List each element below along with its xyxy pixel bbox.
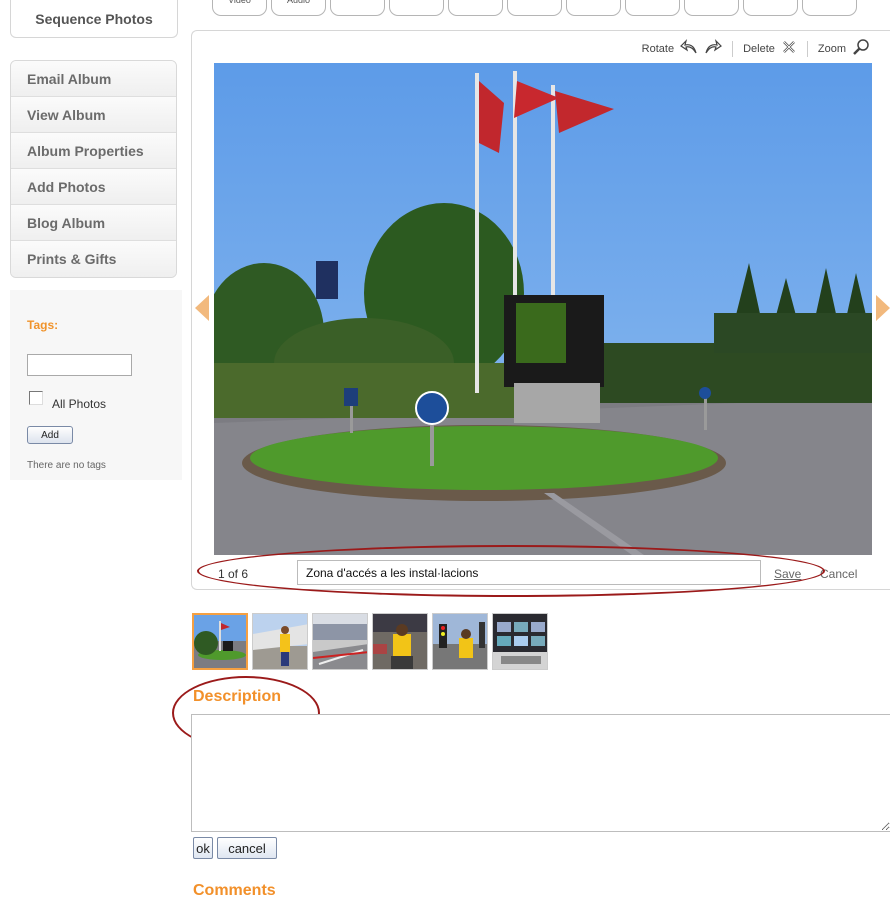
thumbnail-person[interactable]	[252, 613, 308, 670]
menu-item-album-properties[interactable]: Album Properties	[11, 133, 176, 169]
all-photos-checkbox[interactable]	[29, 391, 43, 405]
thumbnail-strip	[192, 613, 548, 670]
tab-button[interactable]	[802, 0, 857, 16]
save-caption-link[interactable]: Save	[774, 567, 801, 581]
tab-button[interactable]	[330, 0, 385, 16]
rotate-label: Rotate	[641, 42, 675, 55]
delete-icon[interactable]	[781, 39, 797, 58]
zoom-icon[interactable]	[852, 38, 870, 59]
photo-toolbar: Rotate Delete Zoom	[642, 38, 870, 59]
comments-heading: Comments	[193, 882, 276, 899]
description-textarea[interactable]	[191, 714, 890, 832]
all-photos-label: All Photos	[52, 397, 107, 411]
menu-item-add-photos[interactable]: Add Photos	[11, 169, 176, 205]
tab-button[interactable]	[743, 0, 798, 16]
top-tab-row: Video Audio	[212, 0, 857, 16]
thumbnail-screens[interactable]	[492, 613, 548, 670]
menu-item-prints-gifts[interactable]: Prints & Gifts	[11, 241, 176, 277]
photo-counter: 1 of 6	[218, 567, 249, 581]
main-photo	[214, 63, 872, 555]
caption-input[interactable]	[297, 560, 761, 585]
toolbar-divider	[806, 40, 808, 57]
rotate-right-icon[interactable]	[704, 39, 723, 58]
tab-button[interactable]	[507, 0, 562, 16]
thumbnail-grandstand[interactable]	[312, 613, 368, 670]
previous-photo-arrow-icon[interactable]	[195, 295, 209, 321]
cancel-caption-link[interactable]: Cancel	[820, 567, 857, 581]
zoom-label[interactable]: Zoom	[818, 43, 846, 55]
tab-button[interactable]	[625, 0, 680, 16]
tab-button[interactable]	[389, 0, 444, 16]
menu-item-blog-album[interactable]: Blog Album	[11, 205, 176, 241]
tab-button[interactable]	[566, 0, 621, 16]
thumbnail-roundabout[interactable]	[192, 613, 248, 670]
description-heading: Description	[193, 688, 282, 705]
menu-item-email-album[interactable]: Email Album	[11, 61, 176, 97]
rotate-left-icon[interactable]	[680, 39, 698, 58]
next-photo-arrow-icon[interactable]	[876, 295, 890, 321]
tab-video[interactable]: Video	[212, 0, 267, 16]
add-tag-button[interactable]: Add	[27, 426, 73, 444]
ok-button[interactable]: ok	[193, 837, 213, 859]
tab-audio[interactable]: Audio	[271, 0, 326, 16]
delete-label[interactable]: Delete	[743, 43, 775, 55]
toolbar-divider	[732, 40, 734, 57]
tab-button[interactable]	[448, 0, 503, 16]
tab-button[interactable]	[684, 0, 739, 16]
menu-item-view-album[interactable]: View Album	[11, 97, 176, 133]
no-tags-text: There are no tags	[27, 460, 106, 471]
thumbnail-person[interactable]	[372, 613, 428, 670]
sequence-photos-link[interactable]: Sequence Photos	[10, 0, 178, 38]
thumbnail-person[interactable]	[432, 613, 488, 670]
cancel-button[interactable]: cancel	[217, 837, 277, 859]
tags-input[interactable]	[27, 354, 132, 376]
tags-label: Tags:	[27, 318, 59, 332]
album-menu: Email Album View Album Album Properties …	[10, 60, 177, 278]
